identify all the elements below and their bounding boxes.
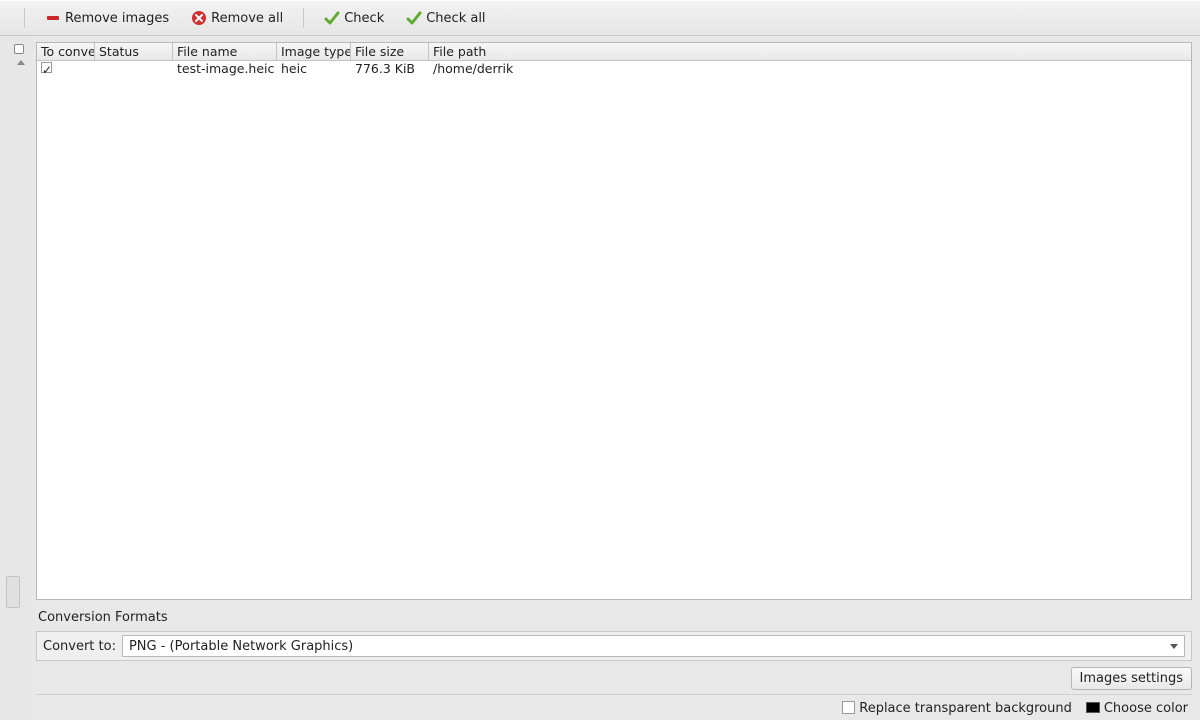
left-sidebar-stub [0, 36, 28, 720]
checkmark-icon[interactable]: ✓ [41, 62, 52, 73]
check-all-label: Check all [426, 11, 485, 26]
replace-bg-option[interactable]: Replace transparent background [842, 701, 1072, 716]
cell-file-path: /home/derrik [429, 61, 1191, 79]
convert-to-row: Convert to: PNG - (Portable Network Grap… [36, 631, 1192, 661]
convert-to-label: Convert to: [43, 639, 116, 654]
col-file-name[interactable]: File name [173, 43, 277, 60]
chevron-down-icon [1170, 644, 1178, 649]
choose-color-option[interactable]: Choose color [1086, 701, 1188, 716]
remove-images-label: Remove images [65, 11, 169, 26]
cell-to-convert[interactable]: ✓ [37, 61, 95, 79]
checkbox-icon[interactable] [842, 701, 855, 714]
col-file-size[interactable]: File size [351, 43, 429, 60]
check-label: Check [344, 11, 384, 26]
convert-to-combobox[interactable]: PNG - (Portable Network Graphics) [122, 635, 1185, 657]
toolbar-separator [303, 8, 304, 28]
cell-image-type: heic [277, 61, 351, 79]
toolbar: Remove images Remove all Check Check all [0, 0, 1200, 36]
cell-file-name: test-image.heic [173, 61, 277, 79]
gutter-box-icon [14, 44, 24, 54]
images-settings-button[interactable]: Images settings [1071, 667, 1192, 690]
separator [36, 694, 1192, 695]
remove-images-button[interactable]: Remove images [41, 8, 173, 28]
color-swatch-icon[interactable] [1086, 702, 1100, 713]
cell-status [95, 61, 173, 79]
conversion-formats-title: Conversion Formats [36, 600, 1192, 631]
col-image-type[interactable]: Image type [277, 43, 351, 60]
col-status[interactable]: Status [95, 43, 173, 60]
choose-color-label: Choose color [1104, 701, 1188, 716]
cell-file-size: 776.3 KiB [351, 61, 429, 79]
toolbar-separator [24, 8, 25, 28]
background-options: Replace transparent background Choose co… [36, 699, 1192, 720]
check-icon [324, 10, 340, 26]
arrow-up-icon [17, 60, 25, 65]
replace-bg-label: Replace transparent background [859, 701, 1072, 716]
check-all-button[interactable]: Check all [402, 8, 489, 28]
remove-all-button[interactable]: Remove all [187, 8, 287, 28]
close-circle-icon [191, 10, 207, 26]
minus-icon [45, 10, 61, 26]
col-to-convert[interactable]: To convert [37, 43, 95, 60]
pane-handle[interactable] [6, 576, 20, 608]
table-row[interactable]: ✓ test-image.heic heic 776.3 KiB /home/d… [37, 61, 1191, 79]
table-body[interactable]: ✓ test-image.heic heic 776.3 KiB /home/d… [37, 61, 1191, 599]
table-header: To convert Status File name Image type F… [37, 43, 1191, 61]
col-file-path[interactable]: File path [429, 43, 1191, 60]
files-table: To convert Status File name Image type F… [36, 42, 1192, 600]
check-button[interactable]: Check [320, 8, 388, 28]
convert-to-value: PNG - (Portable Network Graphics) [129, 639, 353, 654]
check-all-icon [406, 10, 422, 26]
remove-all-label: Remove all [211, 11, 283, 26]
